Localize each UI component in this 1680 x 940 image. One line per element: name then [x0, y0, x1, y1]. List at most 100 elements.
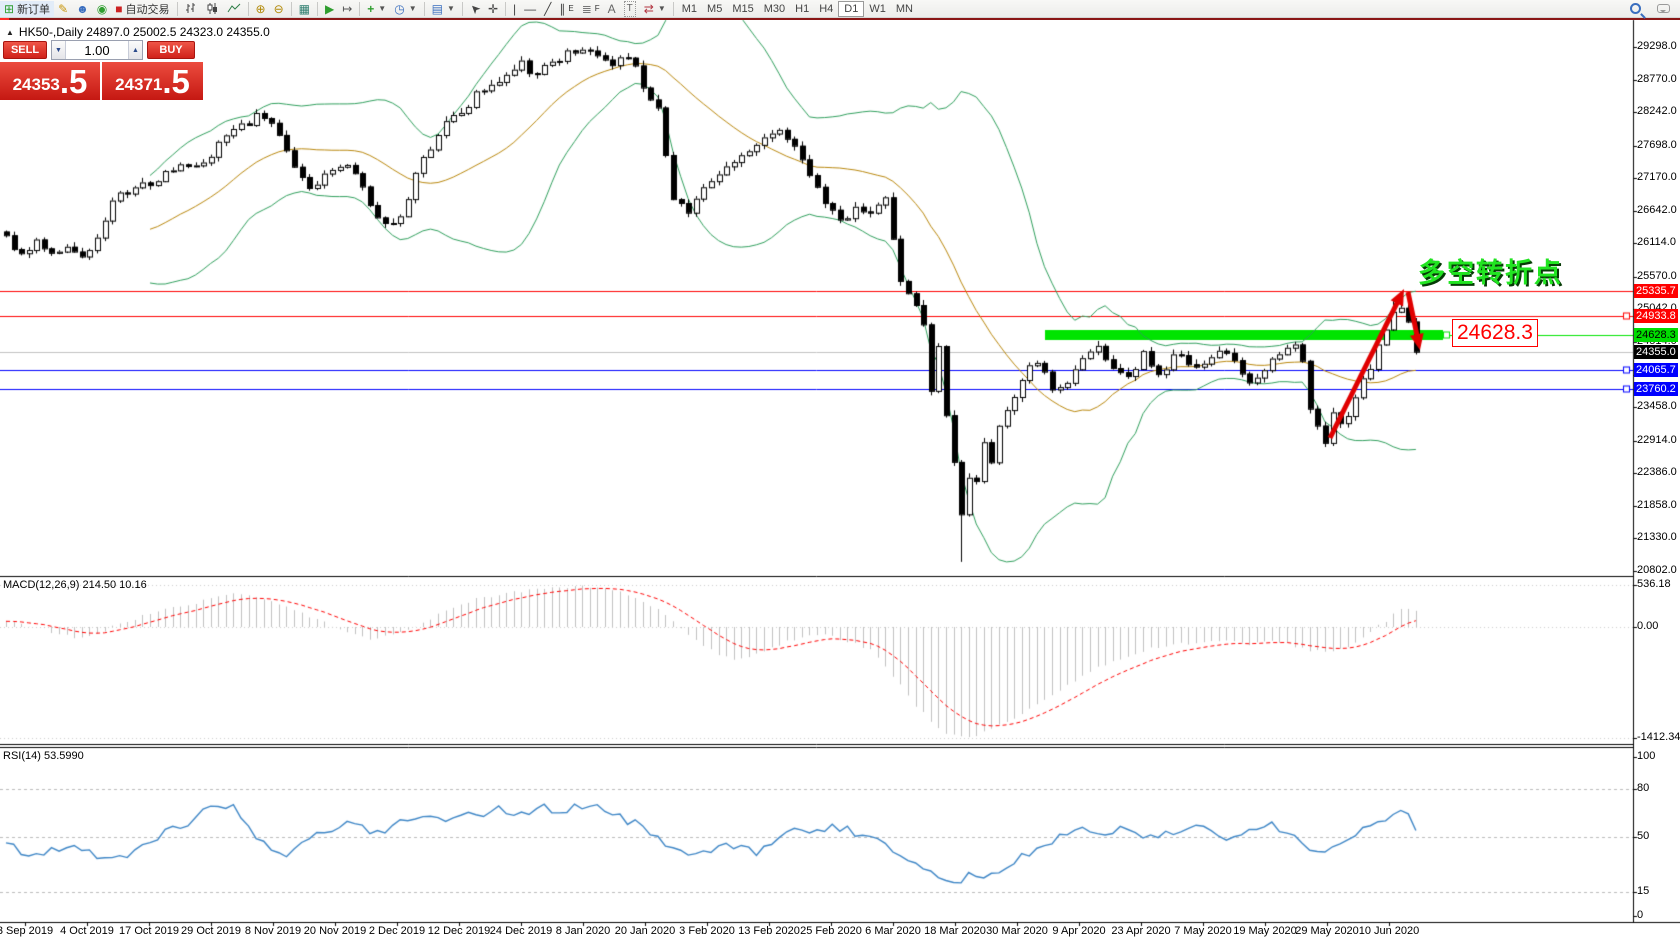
separator	[291, 2, 292, 16]
date-tick-label: 2 Dec 2019	[369, 925, 425, 937]
timeframe-m5-button[interactable]: M5	[702, 1, 727, 17]
publisher-button[interactable]: ☻	[72, 1, 93, 17]
price-tick-label: 26642.0	[1637, 204, 1677, 216]
date-tick-label: 30 Mar 2020	[986, 925, 1048, 937]
new-order-button[interactable]: ⊞ 新订单	[0, 1, 54, 17]
chart-shift-button[interactable]: ↦	[338, 1, 356, 17]
timeframe-mn-button[interactable]: MN	[891, 1, 918, 17]
indicators-button[interactable]: +▼	[363, 1, 390, 17]
sell-price-main: 24353	[13, 72, 60, 98]
fibonacci-button[interactable]: ≣F	[578, 1, 604, 17]
rsi-tick-label: 50	[1637, 830, 1649, 842]
price-line-label: 24933.8	[1634, 309, 1678, 323]
timeframe-m1-button[interactable]: M1	[677, 1, 702, 17]
price-tick-label: 26114.0	[1637, 236, 1676, 248]
line-chart-icon	[227, 2, 241, 15]
price-axis[interactable]: 29298.028770.028242.027698.027170.026642…	[1634, 20, 1680, 922]
price-tick-label: 25570.0	[1637, 270, 1677, 282]
date-tick-label: 20 Jan 2020	[615, 925, 676, 937]
chart-canvas[interactable]	[0, 0, 1680, 940]
channel-e-label: E	[568, 4, 573, 13]
sell-button[interactable]: SELL	[3, 41, 47, 59]
date-tick-label: 29 Oct 2019	[181, 925, 241, 937]
text-label-button[interactable]: T	[620, 1, 640, 17]
date-tick-label: 3 Sep 2019	[0, 925, 53, 937]
date-tick-label: 8 Jan 2020	[556, 925, 610, 937]
text-button[interactable]: A	[604, 1, 620, 17]
macd-tick-label: 536.18	[1637, 578, 1671, 590]
chat-button[interactable]	[1653, 1, 1674, 17]
one-click-collapse-icon[interactable]: ▲	[6, 28, 14, 37]
volume-decrease-button[interactable]: ▼	[52, 41, 66, 59]
fibo-f-label: F	[595, 4, 600, 13]
chart-title-bar: ▲ HK50-,Daily 24897.0 25002.5 24323.0 24…	[6, 25, 270, 39]
rsi-tick-label: 80	[1637, 782, 1649, 794]
price-line-label: 24355.0	[1634, 345, 1678, 359]
separator	[462, 2, 463, 16]
date-tick-label: 7 May 2020	[1174, 925, 1231, 937]
bar-chart-icon	[185, 2, 198, 15]
timeframe-h1-button[interactable]: H1	[790, 1, 814, 17]
date-tick-label: 17 Oct 2019	[119, 925, 179, 937]
date-tick-label: 19 May 2020	[1233, 925, 1297, 937]
dropdown-caret-icon: ▼	[447, 4, 455, 13]
buy-button[interactable]: BUY	[147, 41, 195, 59]
timeframe-m30-button[interactable]: M30	[759, 1, 790, 17]
fibonacci-icon: ≣	[582, 2, 592, 16]
zoom-in-icon: ⊕	[256, 2, 266, 16]
auto-scroll-button[interactable]: ▶	[321, 1, 338, 17]
price-tick-label: 23458.0	[1637, 400, 1677, 412]
channel-button[interactable]: ∥E	[555, 1, 577, 17]
dropdown-caret-icon: ▼	[409, 4, 417, 13]
timeframe-h4-button[interactable]: H4	[814, 1, 838, 17]
templates-button[interactable]: ▤▼	[428, 1, 459, 17]
candlestick-chart-button[interactable]	[202, 1, 223, 17]
price-tick-label: 22914.0	[1637, 434, 1677, 446]
autotrade-icon: ■	[115, 2, 122, 16]
volume-input[interactable]: 1.00	[66, 41, 128, 59]
chat-icon	[1657, 4, 1670, 13]
periods-button[interactable]: ◷▼	[390, 1, 420, 17]
crayon-button[interactable]: ✎	[54, 1, 72, 17]
search-button[interactable]	[1626, 1, 1645, 17]
zoom-in-button[interactable]: ⊕	[252, 1, 270, 17]
timeframe-w1-button[interactable]: W1	[864, 1, 891, 17]
indicators-icon: +	[367, 2, 374, 16]
horizontal-line-icon: —	[524, 2, 536, 16]
toolbar: ⊞ 新订单 ✎ ☻ ◉ ■ 自动交易 ⊕ ⊖ ▦ ▶ ↦ +▼ ◷▼ ▤▼ ➤ …	[0, 0, 1680, 18]
timeframe-m15-button[interactable]: M15	[727, 1, 758, 17]
level-price-callout: 24628.3	[1452, 319, 1538, 347]
arrows-icon: ⇄	[644, 2, 654, 16]
chart-shift-icon: ↦	[342, 2, 352, 16]
price-tick-label: 22386.0	[1637, 466, 1677, 478]
signal-icon: ◉	[97, 2, 107, 16]
clock-icon: ◷	[394, 2, 404, 16]
cursor-button[interactable]: ➤	[466, 1, 484, 17]
macd-label: MACD(12,26,9) 214.50 10.16	[3, 579, 147, 591]
tile-windows-button[interactable]: ▦	[295, 1, 314, 17]
arrows-button[interactable]: ⇄▼	[640, 1, 670, 17]
trendline-button[interactable]: ╱	[540, 1, 555, 17]
line-chart-button[interactable]	[223, 1, 245, 17]
zoom-out-button[interactable]: ⊖	[270, 1, 288, 17]
separator	[505, 2, 506, 16]
bar-chart-button[interactable]	[181, 1, 202, 17]
date-tick-label: 4 Oct 2019	[60, 925, 114, 937]
vertical-line-button[interactable]: |	[509, 1, 520, 17]
chart-window-top-border	[0, 18, 1680, 20]
trendline-icon: ╱	[544, 2, 551, 16]
sell-price-button[interactable]: 24353.5	[0, 62, 100, 100]
date-tick-label: 8 Nov 2019	[245, 925, 301, 937]
autotrade-button[interactable]: ■ 自动交易	[111, 1, 173, 17]
date-tick-label: 24 Dec 2019	[490, 925, 552, 937]
date-tick-label: 13 Feb 2020	[738, 925, 800, 937]
sell-price-frac: .5	[60, 65, 88, 98]
signal-button[interactable]: ◉	[93, 1, 111, 17]
volume-increase-button[interactable]: ▲	[128, 41, 142, 59]
timeframe-d1-button[interactable]: D1	[838, 1, 864, 17]
crosshair-button[interactable]: ✛	[484, 1, 502, 17]
buy-price-button[interactable]: 24371.5	[102, 62, 203, 100]
date-axis[interactable]: 3 Sep 2019 4 Oct 2019 17 Oct 201929 Oct 20…	[0, 923, 1633, 940]
price-line-label: 24065.7	[1634, 363, 1678, 377]
horizontal-line-button[interactable]: —	[520, 1, 540, 17]
